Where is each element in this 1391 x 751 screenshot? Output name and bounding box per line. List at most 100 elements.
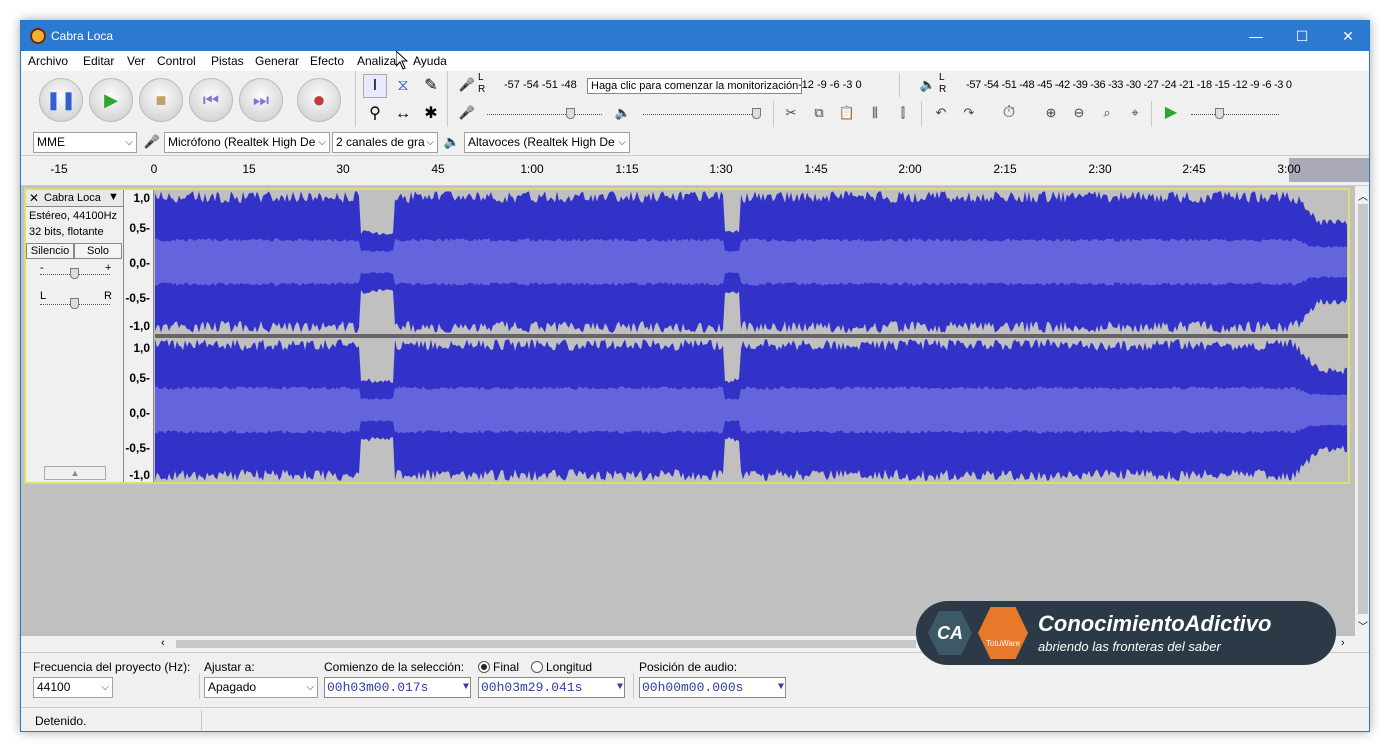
scroll-right-icon[interactable]: › [1341,637,1345,649]
amp-label: 0,0- [129,256,150,270]
menu-editar[interactable]: Editar [83,54,114,68]
record-meter-hint[interactable]: Haga clic para comenzar la monitorizació… [587,78,803,94]
play-speed-track[interactable] [1191,114,1279,115]
paste-icon[interactable]: 📋 [835,101,859,125]
fit-selection-icon[interactable]: ⌕ [1095,101,1119,125]
menu-efecto[interactable]: Efecto [310,54,344,68]
input-volume-track[interactable] [487,114,602,115]
play-button[interactable]: ▶ [89,78,133,122]
track-menu-chevron-icon[interactable]: ▼ [108,191,119,203]
silence-audio-icon[interactable]: ⫿ [891,101,915,125]
maximize-button[interactable]: ☐ [1279,21,1325,51]
amp-label: 1,0 [133,191,150,205]
menu-analizar[interactable]: Analizar [357,54,400,68]
menu-control[interactable]: Control [157,54,196,68]
skip-to-end-button[interactable]: ⏭ [239,78,283,122]
amp-label: -1,0 [129,319,150,333]
chevron-down-icon[interactable]: ▼ [463,678,469,697]
audio-host-select[interactable]: MME ⌵ [33,132,137,153]
recording-device-select[interactable]: Micrófono (Realtek High De ⌵ [164,132,330,153]
track-name-bar[interactable]: ✕ Cabra Loca ▼ [26,190,123,207]
selection-start-time[interactable]: 00h03m00.017s ▼ [324,677,471,698]
end-radio[interactable]: Final [478,660,519,674]
ruler-tick-label: 2:15 [993,162,1017,176]
chevron-down-icon[interactable]: ▼ [778,678,784,697]
scroll-left-icon[interactable]: ‹ [161,637,165,649]
trim-audio-icon[interactable]: ⫼ [863,101,887,125]
envelope-tool-icon[interactable]: ⧖ [391,74,415,98]
input-volume-slider[interactable] [566,108,575,119]
scroll-down-icon[interactable]: ﹀ [1358,618,1368,633]
length-radio-circle[interactable] [531,661,543,673]
undo-icon[interactable]: ↶ [929,101,953,125]
cut-icon[interactable]: ✂ [779,101,803,125]
multi-tool-icon[interactable]: ✱ [419,102,443,126]
waveform-left-channel[interactable] [155,190,1348,334]
length-radio-label: Longitud [546,660,593,674]
snap-to-select[interactable]: Apagado ⌵ [204,677,318,698]
mute-button[interactable]: Silencio [26,243,74,259]
microphone-icon: 🎤 [143,134,161,149]
sync-lock-icon[interactable]: ⏱ [997,101,1021,125]
vertical-scrollbar[interactable]: ︿ ﹀ [1355,186,1369,636]
skip-to-start-button[interactable]: ⏮ [189,78,233,122]
status-bar: Detenido. [21,707,1369,731]
recording-device-value: Micrófono (Realtek High De [168,135,316,149]
gain-slider[interactable] [70,268,79,279]
menu-ver[interactable]: Ver [127,54,145,68]
selection-end-time[interactable]: 00h03m29.041s ▼ [478,677,625,698]
audio-track[interactable]: ✕ Cabra Loca ▼ Estéreo, 44100Hz 32 bits,… [24,188,1350,484]
stop-button[interactable]: ■ [139,78,183,122]
minimize-button[interactable]: — [1233,21,1279,51]
menu-generar[interactable]: Generar [255,54,299,68]
record-button[interactable]: ● [297,78,341,122]
device-toolbar: MME ⌵ 🎤 Micrófono (Realtek High De ⌵ 2 can… [21,128,1369,156]
timeline-ruler[interactable]: -15 0 15 30 45 1:00 1:15 1:30 1:45 2:00 … [21,156,1369,186]
amplitude-ruler[interactable]: 1,0 0,5- 0,0- -0,5- -1,0 1,0 0,5- 0,0- -… [124,190,154,482]
toolbar-separator [447,71,448,127]
menu-archivo[interactable]: Archivo [28,54,68,68]
copy-icon[interactable]: ⧉ [807,101,831,125]
collapse-track-button[interactable]: ▲ [44,466,106,480]
zoom-in-icon[interactable]: ⊕ [1039,101,1063,125]
close-track-icon[interactable]: ✕ [29,191,39,205]
horizontal-scroll-thumb[interactable] [176,640,916,648]
ruler-tick-label: 45 [431,162,445,176]
playback-device-select[interactable]: Altavoces (Realtek High De ⌵ [464,132,630,153]
zoom-out-icon[interactable]: ⊖ [1067,101,1091,125]
ruler-tick-label: 1:15 [615,162,639,176]
play-at-speed-icon[interactable]: ▶ [1159,101,1183,125]
audio-position-time[interactable]: 00h00m00.000s ▼ [639,677,786,698]
pause-button[interactable]: ❚❚ [39,78,83,122]
title-bar[interactable]: Cabra Loca — ☐ ✕ [21,21,1369,51]
close-button[interactable]: ✕ [1325,21,1369,51]
redo-icon[interactable]: ↷ [957,101,981,125]
scroll-up-icon[interactable]: ︿ [1358,188,1368,203]
waveform-right-channel[interactable] [155,338,1348,482]
zoom-tool-icon[interactable]: ⚲ [363,102,387,126]
solo-button[interactable]: Solo [74,243,122,259]
project-rate-select[interactable]: 44100 ⌵ [33,677,113,698]
draw-tool-icon[interactable]: ✎ [419,74,443,98]
menu-pistas[interactable]: Pistas [211,54,244,68]
length-radio[interactable]: Longitud [531,660,592,674]
playback-meter-speaker-icon[interactable]: 🔈 [916,73,940,97]
track-area[interactable]: ✕ Cabra Loca ▼ Estéreo, 44100Hz 32 bits,… [21,186,1355,636]
track-control-panel: ✕ Cabra Loca ▼ Estéreo, 44100Hz 32 bits,… [26,190,124,482]
output-volume-track[interactable] [643,114,758,115]
amp-label: 1,0 [133,341,150,355]
recording-channels-select[interactable]: 2 canales de gra ⌵ [332,132,438,153]
ruler-tick-label: -15 [50,162,68,176]
output-volume-slider[interactable] [752,108,761,119]
chevron-down-icon[interactable]: ▼ [617,678,623,697]
selection-tool-icon[interactable]: I [363,74,387,98]
record-meter-mic-icon[interactable]: 🎤 [455,73,479,97]
vertical-scroll-thumb[interactable] [1358,204,1368,614]
timeshift-tool-icon[interactable]: ↔ [391,102,415,126]
fit-project-icon[interactable]: ⌖ [1123,101,1147,125]
pan-right-label: R [104,290,112,302]
play-speed-slider[interactable] [1215,108,1224,119]
menu-ayuda[interactable]: Ayuda [413,54,447,68]
pan-slider[interactable] [70,298,79,309]
end-radio-circle[interactable] [478,661,490,673]
